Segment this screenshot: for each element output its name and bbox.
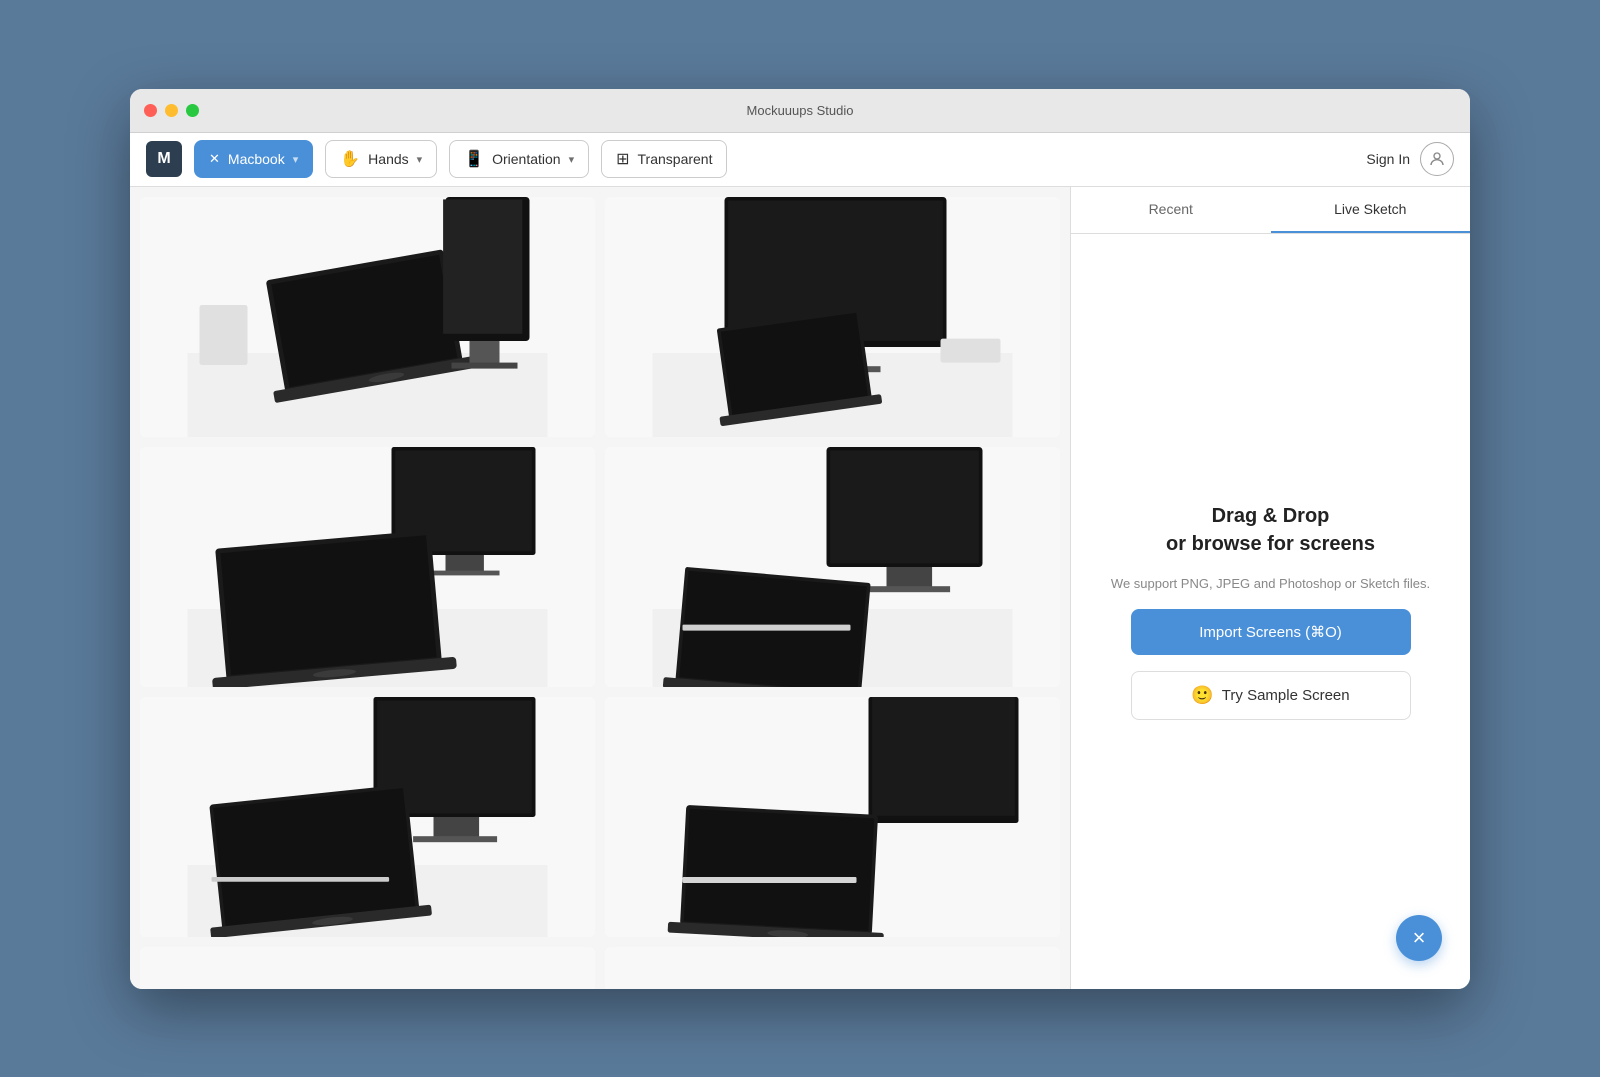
traffic-lights: [144, 104, 199, 117]
avatar-button[interactable]: [1420, 142, 1454, 176]
gallery-item[interactable]: [605, 947, 1060, 989]
mockup-photo-1: [140, 197, 595, 437]
title-bar: Mockuuups Studio: [130, 89, 1470, 133]
gallery-grid: [140, 197, 1060, 989]
hands-icon: ✋: [340, 149, 360, 169]
hands-chevron-icon: ▾: [417, 153, 423, 166]
macbook-label: Macbook: [228, 151, 285, 167]
gallery-item[interactable]: [140, 947, 595, 989]
main-content: Recent Live Sketch Drag & Dropor browse …: [130, 187, 1470, 989]
tab-live-sketch[interactable]: Live Sketch: [1271, 187, 1471, 233]
orientation-filter-button[interactable]: 📱 Orientation ▾: [449, 140, 589, 178]
toolbar: M ✕ Macbook ▾ ✋ Hands ▾ 📱 Orientation ▾ …: [130, 133, 1470, 187]
panel-tabs: Recent Live Sketch: [1071, 187, 1470, 234]
mockup-photo-7: [140, 947, 595, 989]
sign-in-link[interactable]: Sign In: [1366, 151, 1410, 167]
gallery[interactable]: [130, 187, 1070, 989]
transparent-label: Transparent: [638, 151, 713, 167]
transparent-filter-button[interactable]: ⊞ Transparent: [601, 140, 727, 178]
try-sample-button[interactable]: 🙂 Try Sample Screen: [1131, 671, 1411, 720]
orientation-label: Orientation: [492, 151, 560, 167]
mockup-photo-6: [605, 697, 1060, 937]
sample-label: Try Sample Screen: [1222, 687, 1350, 704]
macbook-chevron-icon: ▾: [293, 153, 299, 166]
logo-button[interactable]: M: [146, 141, 182, 177]
drop-subtitle: We support PNG, JPEG and Photoshop or Sk…: [1111, 574, 1430, 594]
sign-in-area: Sign In: [1366, 142, 1454, 176]
transparent-icon: ⊞: [616, 149, 629, 169]
macbook-filter-button[interactable]: ✕ Macbook ▾: [194, 140, 313, 178]
macbook-close-icon[interactable]: ✕: [209, 151, 220, 167]
maximize-button[interactable]: [186, 104, 199, 117]
gallery-item[interactable]: [605, 697, 1060, 937]
app-window: Mockuuups Studio M ✕ Macbook ▾ ✋ Hands ▾…: [130, 89, 1470, 989]
orientation-icon: 📱: [464, 149, 484, 169]
orientation-chevron-icon: ▾: [569, 153, 575, 166]
import-screens-button[interactable]: Import Screens (⌘O): [1131, 609, 1411, 655]
minimize-button[interactable]: [165, 104, 178, 117]
drop-area: Drag & Dropor browse for screens We supp…: [1071, 234, 1470, 989]
gallery-item[interactable]: [140, 447, 595, 687]
gallery-item[interactable]: [140, 197, 595, 437]
mockup-photo-2: [605, 197, 1060, 437]
smiley-icon: 🙂: [1191, 685, 1213, 706]
close-fab-button[interactable]: ×: [1396, 915, 1442, 961]
window-title: Mockuuups Studio: [747, 103, 854, 118]
mockup-photo-3: [140, 447, 595, 687]
mockup-photo-8: [605, 947, 1060, 989]
gallery-item[interactable]: [605, 447, 1060, 687]
gallery-item[interactable]: [140, 697, 595, 937]
hands-label: Hands: [368, 151, 408, 167]
gallery-item[interactable]: [605, 197, 1060, 437]
mockup-photo-5: [140, 697, 595, 937]
drop-title: Drag & Dropor browse for screens: [1166, 502, 1375, 558]
tab-recent[interactable]: Recent: [1071, 187, 1271, 233]
right-panel: Recent Live Sketch Drag & Dropor browse …: [1070, 187, 1470, 989]
close-button[interactable]: [144, 104, 157, 117]
hands-filter-button[interactable]: ✋ Hands ▾: [325, 140, 437, 178]
mockup-photo-4: [605, 447, 1060, 687]
